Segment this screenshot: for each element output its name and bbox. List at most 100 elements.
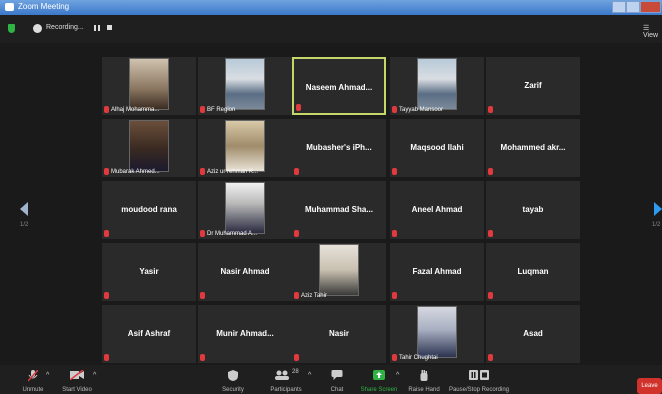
participant-name: Nasir Ahmad	[220, 267, 270, 276]
participant-video-thumbnail	[319, 244, 359, 296]
participant-tile[interactable]: Muhammad Sha...	[292, 181, 386, 239]
muted-microphone-icon	[392, 106, 397, 113]
participant-tile[interactable]: Nasir Ahmad	[198, 243, 292, 301]
participant-tile[interactable]: Asif Ashraf	[102, 305, 196, 363]
recording-status-label: Recording...	[46, 24, 84, 31]
chat-bubble-icon	[331, 370, 343, 380]
next-page-arrow-icon[interactable]	[654, 202, 662, 216]
window-title: Zoom Meeting	[18, 2, 70, 11]
muted-microphone-icon	[392, 168, 397, 175]
participant-tile[interactable]: Aneel Ahmad	[390, 181, 484, 239]
participant-name: Muhammad Sha...	[304, 205, 373, 214]
start-video-button[interactable]: Start Video	[58, 365, 96, 394]
participant-label: Aziz Tahir	[301, 293, 327, 299]
minimize-button[interactable]	[612, 1, 626, 13]
microphone-muted-icon	[28, 370, 38, 382]
participant-label: Tahir Chughtai	[399, 355, 438, 361]
unmute-button[interactable]: Unmute	[16, 365, 50, 394]
participants-options-caret-icon[interactable]: ^	[308, 372, 311, 379]
participant-label: Tayyab Mansoor	[399, 107, 444, 113]
muted-microphone-icon	[200, 292, 205, 299]
security-label: Security	[222, 387, 244, 393]
participant-tile[interactable]: Tahir Chughtai	[390, 305, 484, 363]
participant-tile[interactable]: Mubarak Ahmed...	[102, 119, 196, 177]
muted-microphone-icon	[294, 168, 299, 175]
audio-options-caret-icon[interactable]: ^	[46, 372, 49, 379]
participant-tile[interactable]: Yasir	[102, 243, 196, 301]
participant-tile[interactable]: Aziz Tahir	[292, 243, 386, 301]
participant-tile[interactable]: Aziz ur rehman K...	[198, 119, 292, 177]
share-options-caret-icon[interactable]: ^	[396, 372, 399, 379]
encryption-shield-icon[interactable]	[8, 24, 15, 33]
participant-tile[interactable]: Maqsood Ilahi	[390, 119, 484, 177]
muted-microphone-icon	[392, 230, 397, 237]
participant-name: Maqsood Ilahi	[410, 143, 464, 152]
participant-tile[interactable]: Dr Muhammad A...	[198, 181, 292, 239]
participants-count: 28	[292, 369, 299, 375]
pause-recording-icon[interactable]	[94, 25, 100, 31]
security-button[interactable]: Security	[218, 365, 248, 394]
participant-name: Luqman	[517, 267, 549, 276]
participant-video-thumbnail	[129, 58, 169, 110]
participant-tile[interactable]: Mohammed akr...	[486, 119, 580, 177]
share-screen-button[interactable]: Share Screen	[360, 365, 398, 394]
muted-microphone-icon	[488, 354, 493, 361]
muted-microphone-icon	[392, 292, 397, 299]
muted-microphone-icon	[104, 168, 109, 175]
view-label: View	[643, 32, 659, 39]
previous-page-arrow-icon[interactable]	[20, 202, 28, 216]
participant-tile[interactable]: tayab	[486, 181, 580, 239]
participant-video-thumbnail	[129, 120, 169, 172]
pause-stop-recording-label: Pause/Stop Recording	[448, 387, 510, 393]
page-indicator-right: 1/2	[652, 222, 661, 228]
title-bar: Zoom Meeting	[0, 0, 662, 15]
participant-label: Alhaj Mohamma...	[111, 107, 160, 113]
video-options-caret-icon[interactable]: ^	[93, 372, 96, 379]
participants-button[interactable]: 28 Participants	[266, 365, 306, 394]
view-button[interactable]: ☰ View	[643, 24, 662, 39]
maximize-button[interactable]	[626, 1, 640, 13]
participant-tile[interactable]: Nasir	[292, 305, 386, 363]
participant-tile[interactable]: Naseem Ahmad...	[292, 57, 386, 115]
participant-name: Aneel Ahmad	[411, 205, 463, 214]
chat-button[interactable]: Chat	[322, 365, 352, 394]
participant-tile[interactable]: BF Region	[198, 57, 292, 115]
muted-microphone-icon	[200, 168, 205, 175]
muted-microphone-icon	[200, 230, 205, 237]
participant-label: Mubarak Ahmed...	[111, 169, 160, 175]
participant-tile[interactable]: Asad	[486, 305, 580, 363]
participant-tile[interactable]: Mubasher's iPh...	[292, 119, 386, 177]
chat-label: Chat	[330, 387, 344, 393]
participant-name: Mubasher's iPh...	[306, 143, 372, 152]
participant-video-thumbnail	[225, 182, 265, 234]
participant-tile[interactable]: Zarif	[486, 57, 580, 115]
participant-name: moudood rana	[121, 205, 177, 214]
muted-microphone-icon	[200, 106, 205, 113]
participant-video-thumbnail	[225, 120, 265, 172]
participant-tile[interactable]: Alhaj Mohamma...	[102, 57, 196, 115]
close-button[interactable]	[640, 1, 661, 13]
participants-label: Participants	[270, 387, 302, 393]
muted-microphone-icon	[488, 292, 493, 299]
participant-label: Dr Muhammad A...	[207, 231, 258, 237]
participant-tile[interactable]: Fazal Ahmad	[390, 243, 484, 301]
muted-microphone-icon	[392, 354, 397, 361]
pause-stop-recording-button[interactable]: Pause/Stop Recording	[444, 365, 514, 394]
participant-tile[interactable]: Tayyab Mansoor	[390, 57, 484, 115]
meeting-toolbar: Unmute ^ Start Video ^ Security 28 Parti…	[0, 365, 662, 394]
leave-button[interactable]: Leave	[637, 378, 662, 394]
participant-name: Asif Ashraf	[127, 329, 171, 338]
participant-label: Aziz ur rehman K...	[207, 169, 259, 175]
participant-name: Nasir	[328, 329, 349, 338]
muted-microphone-icon	[104, 292, 109, 299]
stop-recording-icon[interactable]	[107, 25, 112, 30]
raise-hand-button[interactable]: Raise Hand	[406, 365, 442, 394]
muted-microphone-icon	[294, 292, 299, 299]
participant-video-thumbnail	[225, 58, 265, 110]
muted-microphone-icon	[104, 354, 109, 361]
participant-video-thumbnail	[417, 306, 457, 358]
participant-tile[interactable]: moudood rana	[102, 181, 196, 239]
security-shield-icon	[228, 370, 238, 381]
participant-tile[interactable]: Munir Ahmad...	[198, 305, 292, 363]
participant-tile[interactable]: Luqman	[486, 243, 580, 301]
